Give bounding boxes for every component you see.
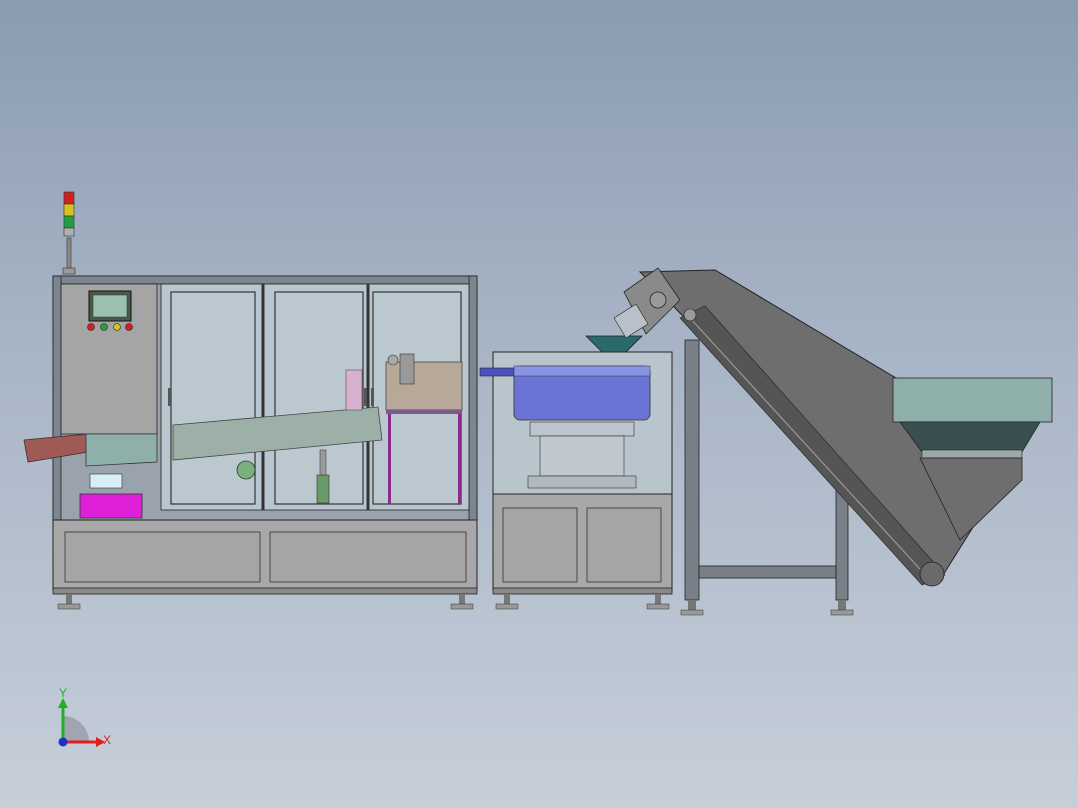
hopper [892, 377, 1053, 423]
reject-bin [79, 493, 143, 519]
signal-yellow-lamp [63, 203, 75, 217]
bowl-base [539, 435, 625, 477]
reset-button [113, 323, 121, 331]
emergency-button [125, 323, 133, 331]
inlet-funnel [585, 335, 643, 353]
assembly-drawing: Y X [23, 191, 1053, 747]
tail-pulley [919, 561, 945, 587]
cabinet-door-right [269, 531, 467, 583]
conveyor-leg [684, 339, 700, 601]
signal-red-lamp [63, 191, 75, 205]
purple-leg [388, 414, 391, 504]
linear-track [479, 367, 517, 377]
conveyor-leg [835, 489, 849, 601]
press-block [385, 361, 463, 411]
door-handle [364, 388, 367, 406]
pink-actuator [345, 369, 363, 411]
conveyor-hopper [613, 267, 1053, 616]
cross-brace [698, 565, 837, 579]
start-button [100, 323, 108, 331]
signal-tower [62, 191, 76, 275]
door-handle [168, 388, 171, 406]
cabinet-door-left [64, 531, 261, 583]
axis-triad: Y X [58, 686, 111, 747]
chute-guide [85, 433, 158, 467]
y-axis-label: Y [59, 686, 67, 700]
gear-motor [236, 460, 256, 480]
cad-viewport[interactable]: Y X [0, 0, 1078, 808]
purple-leg [458, 414, 461, 504]
z-axis-origin [58, 737, 68, 747]
signal-green-lamp [63, 215, 75, 229]
leveling-feet [57, 594, 474, 610]
cylinder [316, 474, 330, 504]
x-axis-label: X [103, 733, 111, 747]
door-handle [371, 388, 374, 406]
bowl-feeder-station [479, 335, 673, 610]
stop-button [87, 323, 95, 331]
main-machine [23, 191, 478, 610]
